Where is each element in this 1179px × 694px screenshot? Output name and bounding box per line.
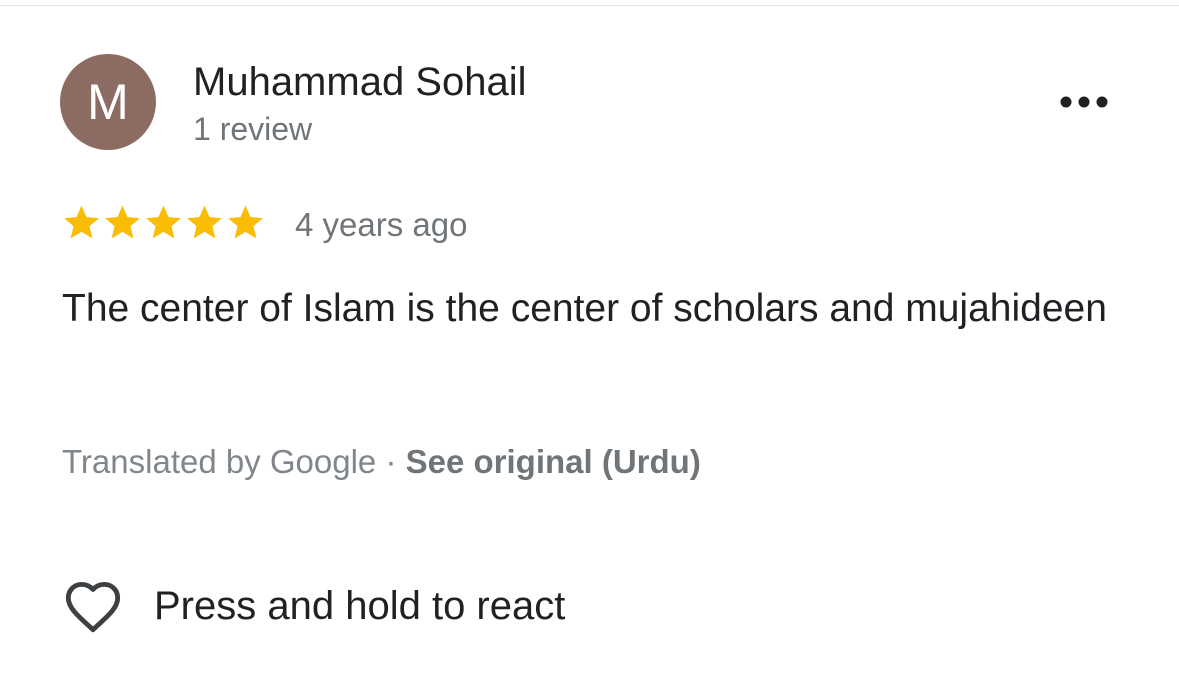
reviewer-name[interactable]: Muhammad Sohail	[193, 58, 527, 106]
star-icon	[187, 205, 222, 239]
review-text: The center of Islam is the center of sch…	[62, 287, 1107, 330]
react-label: Press and hold to react	[154, 584, 566, 628]
review-count: 1 review	[193, 111, 313, 147]
review-age: 4 years ago	[295, 206, 468, 243]
see-original-link[interactable]: See original (Urdu)	[406, 443, 701, 480]
star-icon	[146, 205, 181, 239]
translated-by-label: Translated by Google ·	[62, 443, 406, 480]
star-icon	[105, 205, 140, 239]
avatar-initial: M	[87, 74, 129, 130]
star-rating	[62, 203, 265, 242]
translation-notice: Translated by Google · See original (Urd…	[62, 442, 701, 482]
heart-outline-icon	[65, 581, 121, 633]
more-options-button[interactable]	[1052, 84, 1116, 120]
avatar[interactable]: M	[60, 54, 156, 150]
star-icon	[64, 205, 99, 239]
star-icon	[228, 205, 263, 239]
react-button[interactable]: Press and hold to react	[62, 578, 565, 634]
more-horizontal-icon	[1060, 96, 1108, 108]
top-divider	[0, 5, 1179, 6]
